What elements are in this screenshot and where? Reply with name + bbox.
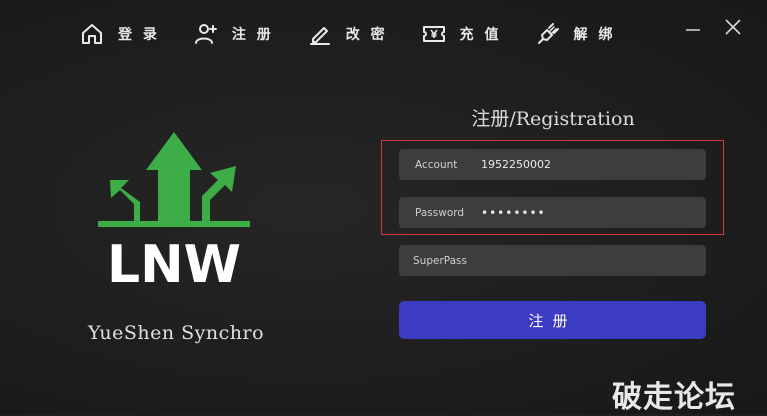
nav-change-password[interactable]: 改 密 bbox=[308, 22, 388, 46]
minimize-icon bbox=[686, 29, 700, 31]
nav-change-password-label: 改 密 bbox=[345, 27, 388, 43]
nav-login[interactable]: 登 录 bbox=[80, 22, 160, 46]
unplug-icon bbox=[537, 23, 559, 44]
nav-recharge[interactable]: 充 值 bbox=[422, 22, 502, 46]
minimize-button[interactable] bbox=[683, 17, 703, 37]
logo-text: LNW bbox=[107, 235, 241, 286]
account-value: 1952250002 bbox=[481, 158, 551, 171]
watermark: 破走论坛 bbox=[612, 380, 736, 415]
account-label: Account bbox=[415, 158, 458, 171]
superpass-input[interactable] bbox=[411, 253, 695, 268]
growth-arrows-icon: LNW bbox=[98, 132, 250, 295]
top-nav: 登 录 注 册 改 密 充 值 解 绑 bbox=[80, 22, 649, 46]
nav-unbind-label: 解 绑 bbox=[573, 27, 616, 43]
nav-login-label: 登 录 bbox=[118, 27, 160, 43]
app-logo: LNW bbox=[98, 128, 250, 295]
app-window: 登 录 注 册 改 密 充 值 解 绑 LNW YueShen Synchro … bbox=[0, 0, 767, 415]
superpass-field[interactable] bbox=[399, 245, 706, 276]
password-field[interactable]: Password •••••••• bbox=[399, 197, 706, 228]
register-button[interactable]: 注册 bbox=[399, 301, 706, 339]
pen-icon bbox=[309, 27, 330, 45]
close-icon bbox=[725, 19, 741, 35]
close-button[interactable] bbox=[723, 17, 743, 37]
nav-register-label: 注 册 bbox=[231, 27, 274, 43]
brand-name: YueShen Synchro bbox=[88, 322, 265, 344]
password-value: •••••••• bbox=[481, 205, 546, 220]
yen-ticket-icon bbox=[422, 26, 445, 42]
add-user-icon bbox=[194, 24, 217, 44]
account-field[interactable]: Account 1952250002 bbox=[399, 149, 706, 180]
form-title: 注册/Registration bbox=[471, 108, 635, 130]
nav-register[interactable]: 注 册 bbox=[194, 22, 274, 46]
password-label: Password bbox=[415, 206, 465, 219]
home-icon bbox=[82, 24, 102, 44]
nav-recharge-label: 充 值 bbox=[459, 27, 502, 43]
register-button-label: 注册 bbox=[528, 311, 577, 330]
nav-unbind[interactable]: 解 绑 bbox=[536, 22, 616, 46]
